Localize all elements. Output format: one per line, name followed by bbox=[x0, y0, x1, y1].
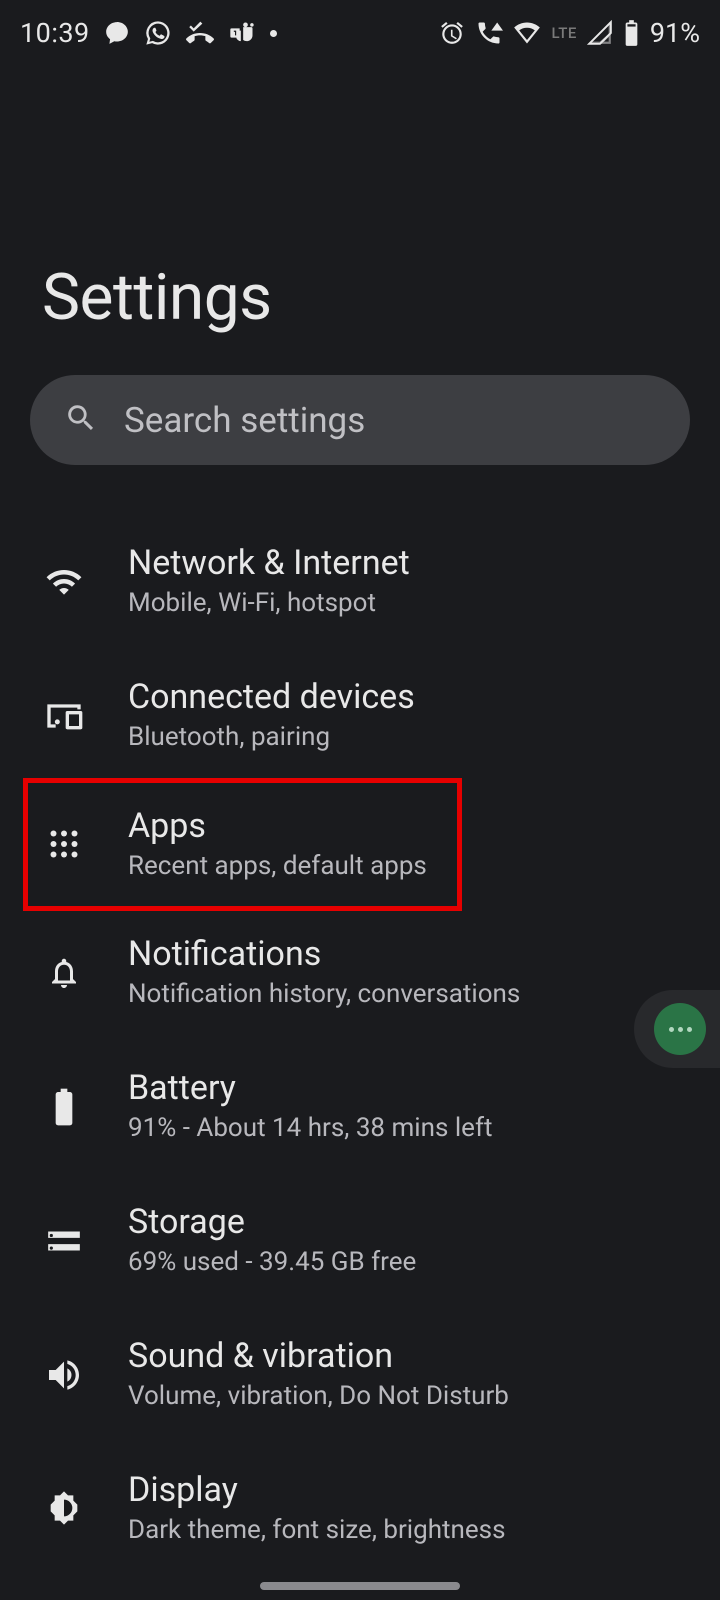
wifi-icon bbox=[44, 562, 84, 602]
battery-icon bbox=[44, 1087, 84, 1127]
list-item-storage[interactable]: Storage 69% used - 39.45 GB free bbox=[0, 1174, 720, 1308]
header: Settings bbox=[0, 60, 720, 375]
item-text: Connected devices Bluetooth, pairing bbox=[128, 677, 415, 755]
search-icon bbox=[64, 401, 98, 439]
item-title: Storage bbox=[128, 1202, 416, 1242]
nav-handle[interactable] bbox=[260, 1582, 460, 1590]
item-title: Sound & vibration bbox=[128, 1336, 509, 1376]
wifi-calling-icon bbox=[475, 19, 503, 47]
status-bar: 10:39 LTE 91% bbox=[0, 0, 720, 60]
list-item-sound[interactable]: Sound & vibration Volume, vibration, Do … bbox=[0, 1308, 720, 1442]
lte-label: LTE bbox=[551, 24, 576, 42]
search-placeholder: Search settings bbox=[124, 400, 365, 441]
item-subtitle: Volume, vibration, Do Not Disturb bbox=[128, 1380, 509, 1414]
list-item-display[interactable]: Display Dark theme, font size, brightnes… bbox=[0, 1442, 720, 1576]
search-bar[interactable]: Search settings bbox=[30, 375, 690, 465]
list-item-battery[interactable]: Battery 91% - About 14 hrs, 38 mins left bbox=[0, 1040, 720, 1174]
item-text: Storage 69% used - 39.45 GB free bbox=[128, 1202, 416, 1280]
storage-icon bbox=[44, 1221, 84, 1261]
item-title: Connected devices bbox=[128, 677, 415, 717]
item-text: Network & Internet Mobile, Wi-Fi, hotspo… bbox=[128, 543, 410, 621]
item-subtitle: 91% - About 14 hrs, 38 mins left bbox=[128, 1112, 493, 1146]
missed-call-icon bbox=[186, 19, 214, 47]
whatsapp-icon bbox=[144, 19, 172, 47]
battery-percent: 91% bbox=[650, 17, 700, 49]
settings-list: Network & Internet Mobile, Wi-Fi, hotspo… bbox=[0, 495, 720, 1595]
list-item-network[interactable]: Network & Internet Mobile, Wi-Fi, hotspo… bbox=[0, 515, 720, 649]
item-subtitle: Notification history, conversations bbox=[128, 978, 520, 1012]
item-text: Sound & vibration Volume, vibration, Do … bbox=[128, 1336, 509, 1414]
status-right: LTE 91% bbox=[439, 17, 700, 49]
list-item-connected-devices[interactable]: Connected devices Bluetooth, pairing bbox=[0, 649, 720, 783]
volume-icon bbox=[44, 1355, 84, 1395]
item-title: Network & Internet bbox=[128, 543, 410, 583]
devices-icon bbox=[44, 696, 84, 736]
battery-icon bbox=[623, 19, 640, 47]
item-text: Display Dark theme, font size, brightnes… bbox=[128, 1470, 506, 1548]
item-text: Battery 91% - About 14 hrs, 38 mins left bbox=[128, 1068, 493, 1146]
chat-bubble-icon bbox=[104, 20, 130, 46]
item-title: Battery bbox=[128, 1068, 493, 1108]
page-title: Settings bbox=[42, 260, 678, 335]
item-text: Notifications Notification history, conv… bbox=[128, 934, 520, 1012]
alarm-icon bbox=[439, 20, 465, 46]
item-subtitle: 69% used - 39.45 GB free bbox=[128, 1246, 416, 1280]
wifi-icon bbox=[513, 19, 541, 47]
brightness-icon bbox=[44, 1488, 84, 1528]
item-subtitle: Mobile, Wi-Fi, hotspot bbox=[128, 587, 410, 621]
status-left: 10:39 bbox=[20, 17, 277, 49]
list-item-apps[interactable]: Apps Recent apps, default apps bbox=[23, 778, 462, 912]
item-subtitle: Recent apps, default apps bbox=[128, 850, 427, 884]
bell-icon bbox=[44, 953, 84, 993]
assist-fab[interactable] bbox=[634, 990, 720, 1068]
item-title: Notifications bbox=[128, 934, 520, 974]
status-time: 10:39 bbox=[20, 17, 90, 49]
more-dot-icon bbox=[270, 30, 277, 37]
apps-grid-icon bbox=[44, 824, 84, 864]
list-item-notifications[interactable]: Notifications Notification history, conv… bbox=[0, 906, 720, 1040]
signal-icon bbox=[587, 20, 613, 46]
item-text: Apps Recent apps, default apps bbox=[128, 806, 427, 884]
item-subtitle: Bluetooth, pairing bbox=[128, 721, 415, 755]
item-title: Display bbox=[128, 1470, 506, 1510]
item-title: Apps bbox=[128, 806, 427, 846]
item-subtitle: Dark theme, font size, brightness bbox=[128, 1514, 506, 1548]
more-icon bbox=[654, 1003, 706, 1055]
teams-icon bbox=[228, 19, 256, 47]
